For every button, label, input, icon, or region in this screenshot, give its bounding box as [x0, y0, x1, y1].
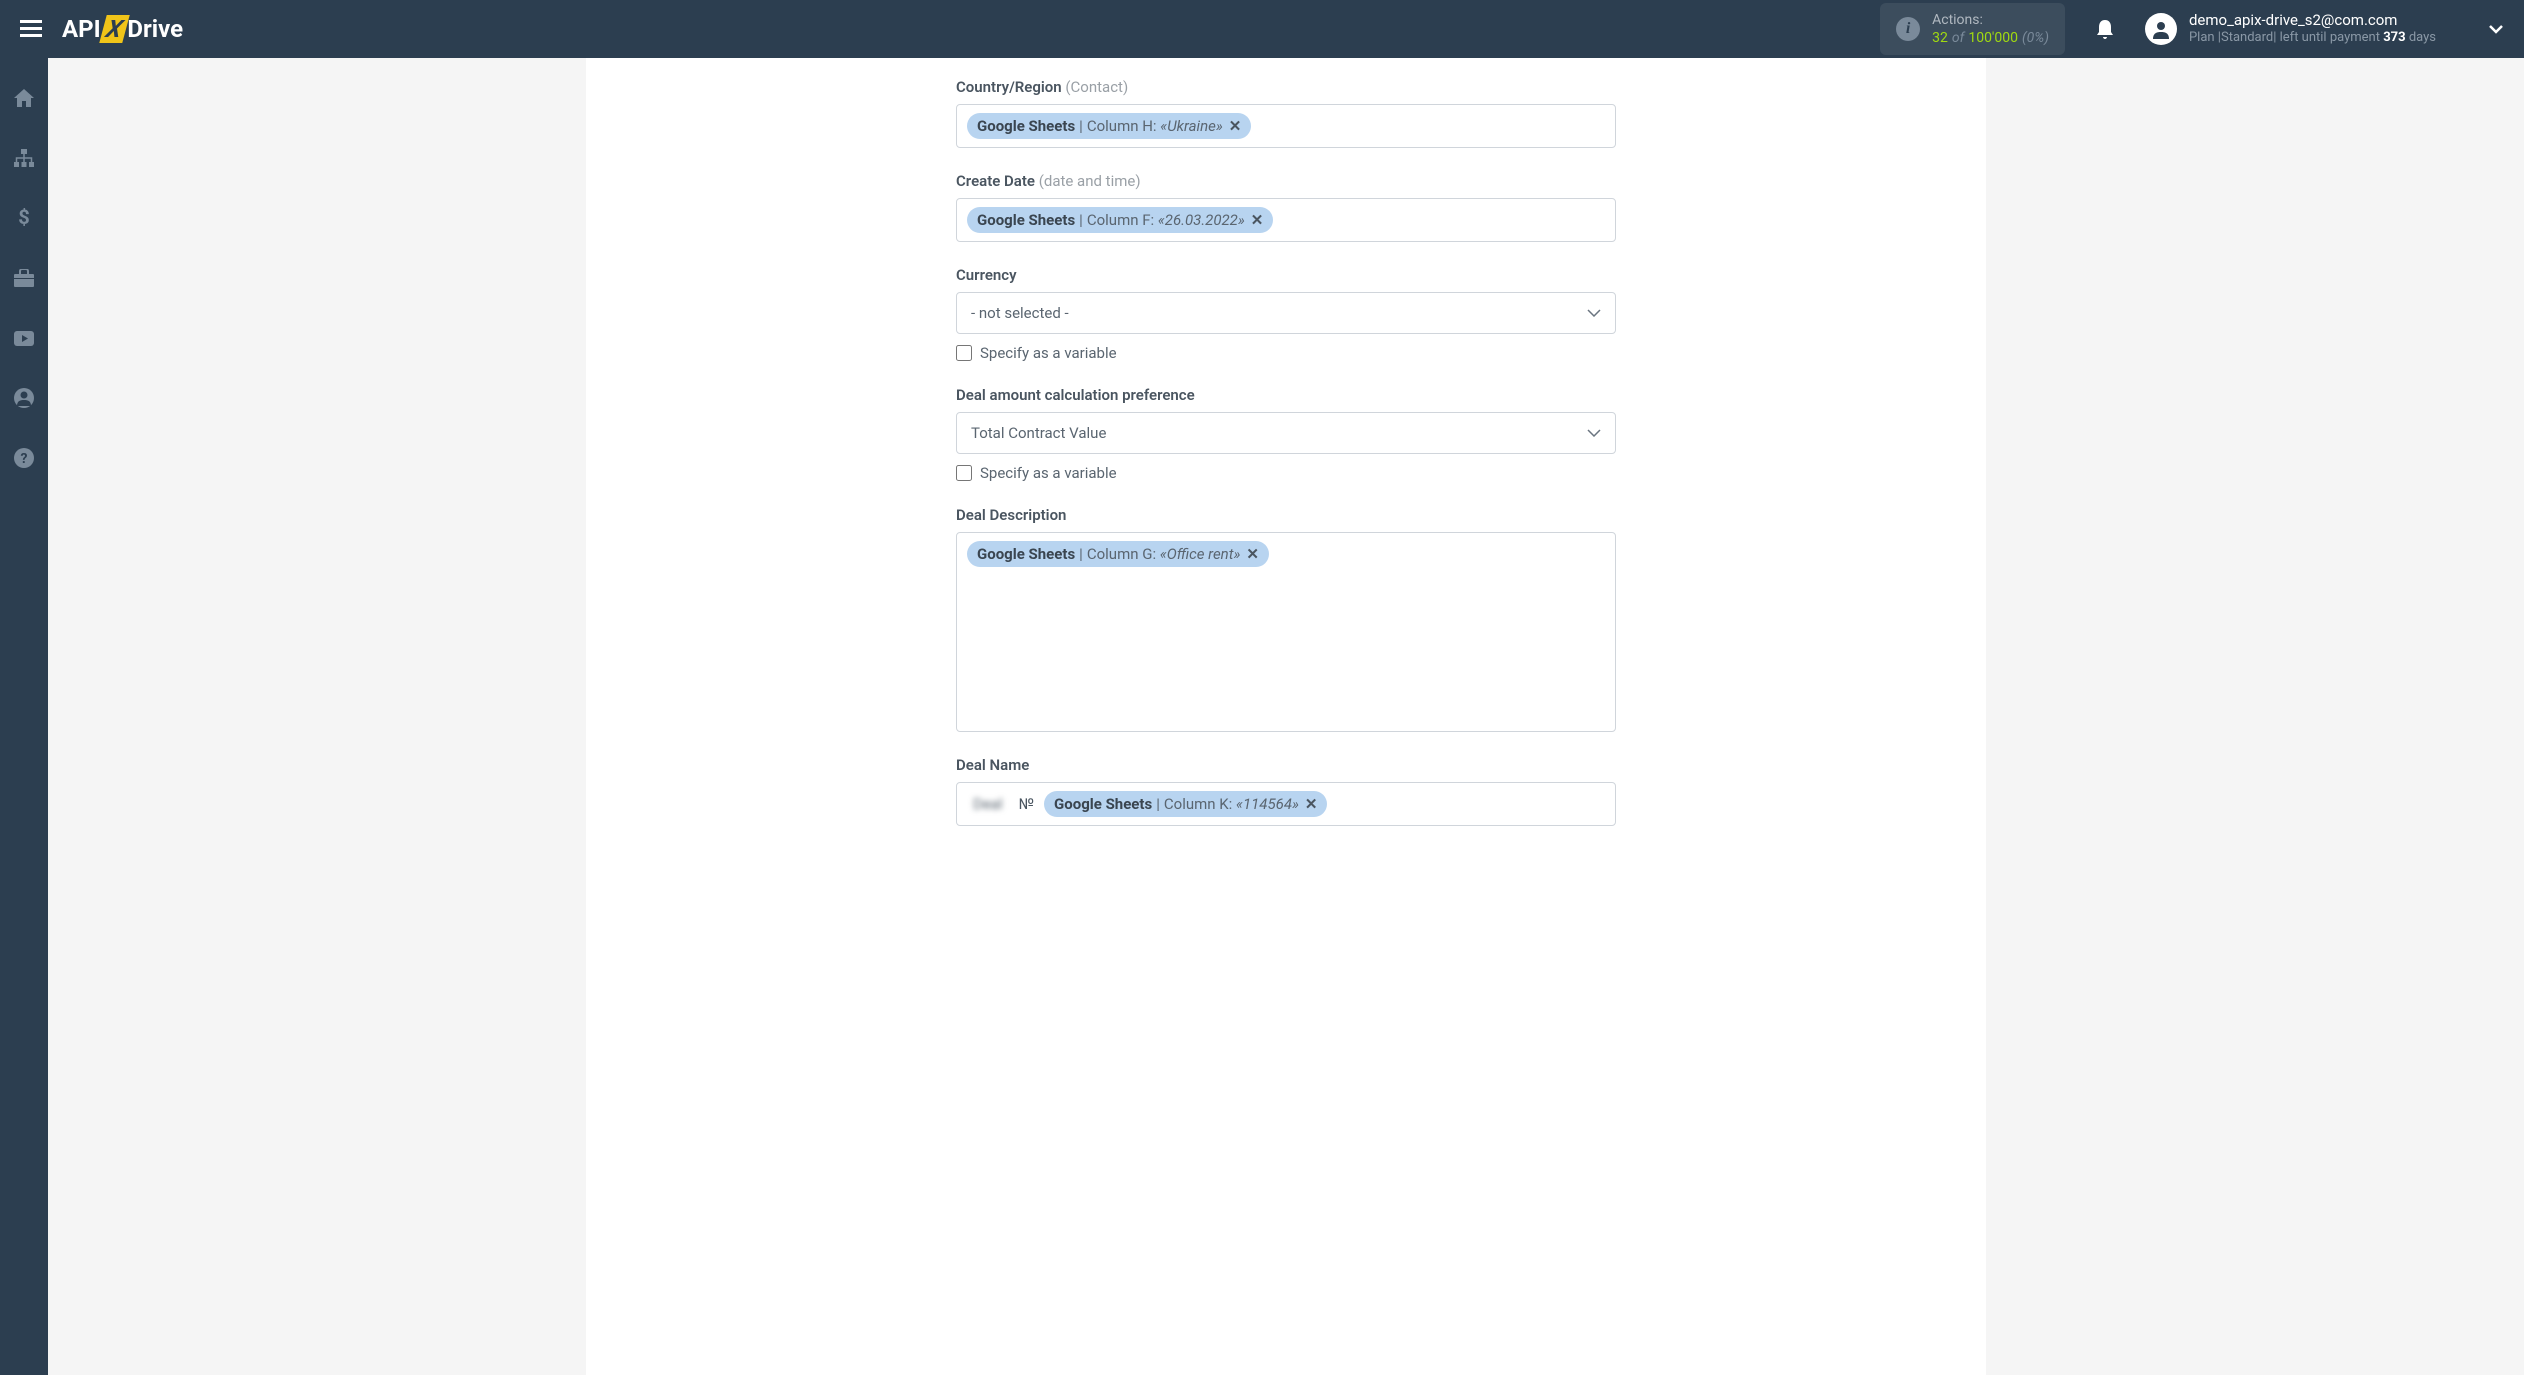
token-remove-button[interactable]: ✕: [1229, 117, 1242, 135]
deal-amount-select[interactable]: Total Contract Value: [956, 412, 1616, 454]
chevron-down-icon: [1587, 309, 1601, 317]
field-label: Deal Description: [956, 506, 1616, 524]
token-deal-name: Google Sheets | Column K: «114564» ✕: [1044, 791, 1327, 817]
sidebar-item-account[interactable]: [0, 378, 48, 418]
select-value: Total Contract Value: [971, 424, 1106, 442]
deal-name-prefix: №: [1015, 791, 1038, 817]
actions-text: Actions: 32 of 100'000 (0%): [1932, 11, 2049, 47]
user-email: demo_apix-drive_s2@com.com: [2189, 11, 2436, 31]
token-deal-description: Google Sheets | Column G: «Office rent» …: [967, 541, 1269, 567]
token-create-date: Google Sheets | Column F: «26.03.2022» ✕: [967, 207, 1273, 233]
field-label: Create Date (date and time): [956, 172, 1616, 190]
svg-text:?: ?: [21, 451, 28, 467]
header: API X Drive i Actions: 32 of 100'000 (0%…: [0, 0, 2524, 58]
sidebar-item-billing[interactable]: $: [0, 198, 48, 238]
briefcase-icon: [14, 269, 34, 287]
sidebar-item-help[interactable]: ?: [0, 438, 48, 478]
logo-drive: Drive: [127, 15, 183, 43]
sidebar-item-tools[interactable]: [0, 258, 48, 298]
question-icon: ?: [14, 448, 34, 468]
avatar-icon: [2145, 13, 2177, 45]
actions-label: Actions:: [1932, 11, 2049, 29]
svg-text:$: $: [18, 208, 29, 228]
field-label: Deal amount calculation preference: [956, 386, 1616, 404]
chevron-down-icon: [1587, 429, 1601, 437]
logo[interactable]: API X Drive: [62, 15, 183, 43]
field-label: Currency: [956, 266, 1616, 284]
actions-current: 32: [1932, 29, 1948, 47]
user-menu[interactable]: demo_apix-drive_s2@com.com Plan |Standar…: [2145, 11, 2504, 47]
field-label: Country/Region (Contact): [956, 78, 1616, 96]
select-value: - not selected -: [971, 304, 1069, 322]
field-currency: Currency - not selected - Specify as a v…: [956, 266, 1616, 362]
field-country-region: Country/Region (Contact) Google Sheets |…: [956, 78, 1616, 148]
token-remove-button[interactable]: ✕: [1246, 545, 1259, 563]
home-icon: [14, 89, 34, 107]
sidebar-item-home[interactable]: [0, 78, 48, 118]
dollar-icon: $: [18, 208, 30, 228]
form-container: Country/Region (Contact) Google Sheets |…: [956, 78, 1616, 826]
notifications-button[interactable]: [2095, 18, 2115, 40]
field-deal-amount-pref: Deal amount calculation preference Total…: [956, 386, 1616, 482]
bell-icon: [2095, 18, 2115, 40]
token-country: Google Sheets | Column H: «Ukraine» ✕: [967, 113, 1251, 139]
main-content: Country/Region (Contact) Google Sheets |…: [48, 58, 2524, 1375]
currency-variable-checkbox[interactable]: [956, 345, 972, 361]
content-panel: Country/Region (Contact) Google Sheets |…: [586, 58, 1986, 1375]
menu-toggle-button[interactable]: [20, 20, 42, 38]
field-deal-name: Deal Name Deal № Google Sheets | Column …: [956, 756, 1616, 826]
user-info: demo_apix-drive_s2@com.com Plan |Standar…: [2189, 11, 2436, 47]
field-create-date: Create Date (date and time) Google Sheet…: [956, 172, 1616, 242]
user-icon: [14, 388, 34, 408]
actions-max: 100'000: [1968, 29, 2018, 47]
token-remove-button[interactable]: ✕: [1251, 211, 1264, 229]
actions-of: of: [1952, 29, 1964, 47]
youtube-icon: [14, 331, 34, 346]
deal-name-input[interactable]: Deal № Google Sheets | Column K: «114564…: [956, 782, 1616, 826]
actions-counter[interactable]: i Actions: 32 of 100'000 (0%): [1880, 3, 2065, 55]
country-input[interactable]: Google Sheets | Column H: «Ukraine» ✕: [956, 104, 1616, 148]
field-deal-description: Deal Description Google Sheets | Column …: [956, 506, 1616, 732]
user-plan: Plan |Standard| left until payment 373 d…: [2189, 30, 2436, 47]
info-icon: i: [1896, 17, 1920, 41]
logo-api: API: [62, 15, 101, 43]
sidebar: $ ?: [0, 58, 48, 1375]
sidebar-item-videos[interactable]: [0, 318, 48, 358]
currency-variable-checkbox-row[interactable]: Specify as a variable: [956, 344, 1616, 362]
deal-description-input[interactable]: Google Sheets | Column G: «Office rent» …: [956, 532, 1616, 732]
currency-select[interactable]: - not selected -: [956, 292, 1616, 334]
hierarchy-icon: [14, 149, 34, 167]
deal-amount-variable-checkbox-row[interactable]: Specify as a variable: [956, 464, 1616, 482]
field-label: Deal Name: [956, 756, 1616, 774]
deal-amount-variable-checkbox[interactable]: [956, 465, 972, 481]
token-remove-button[interactable]: ✕: [1305, 795, 1318, 813]
actions-pct: (0%): [2022, 29, 2049, 47]
logo-x: X: [99, 15, 129, 43]
create-date-input[interactable]: Google Sheets | Column F: «26.03.2022» ✕: [956, 198, 1616, 242]
deal-name-prefix-blur: Deal: [967, 791, 1009, 817]
chevron-down-icon: [2488, 24, 2504, 34]
hamburger-icon: [20, 20, 42, 38]
sidebar-item-connections[interactable]: [0, 138, 48, 178]
